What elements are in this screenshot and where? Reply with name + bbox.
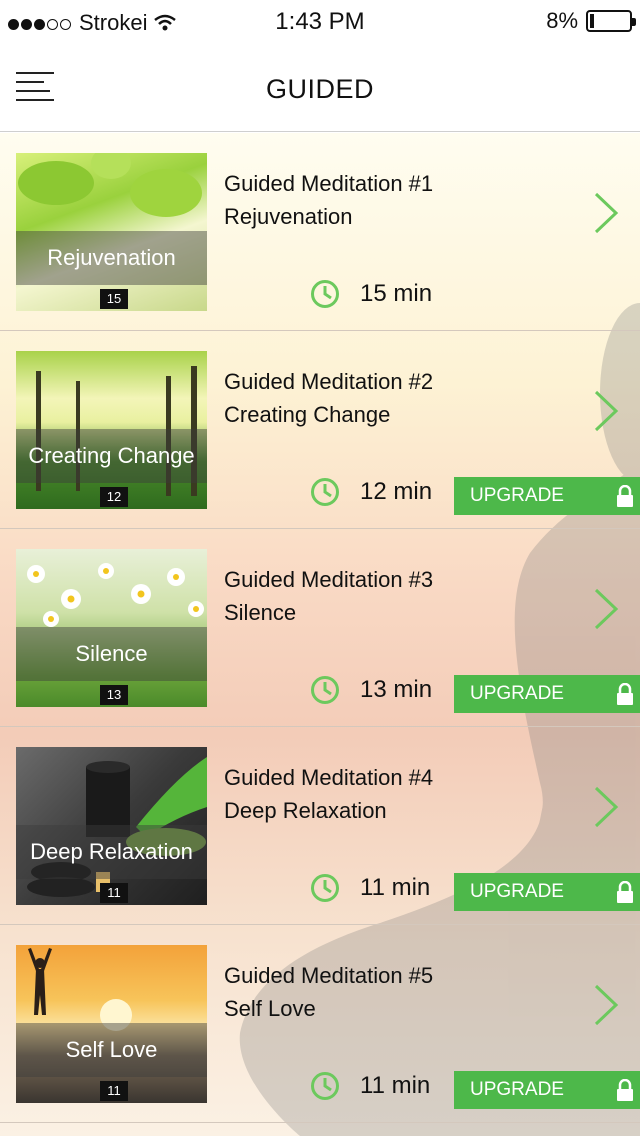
lock-icon xyxy=(617,881,633,903)
meditation-list: Rejuvenation 15 Guided Meditation #1 Rej… xyxy=(0,133,640,1136)
upgrade-button[interactable]: UPGRADE xyxy=(454,873,640,911)
meditation-title-block: Guided Meditation #4 Deep Relaxation xyxy=(224,761,433,827)
meditation-title: Guided Meditation #3 xyxy=(224,567,434,592)
duration-text: 11 min xyxy=(360,874,431,901)
lock-icon xyxy=(617,683,633,705)
thumbnail-label: Self Love xyxy=(65,1037,158,1062)
lock-icon xyxy=(617,1079,633,1101)
battery-info: 8% xyxy=(546,8,636,34)
meditation-title-block: Guided Meditation #1 Rejuvenation xyxy=(224,167,433,233)
lock-icon xyxy=(617,485,633,507)
chevron-right-icon[interactable] xyxy=(592,587,620,631)
meditation-thumbnail: Rejuvenation 15 xyxy=(16,153,207,311)
duration: 11 min xyxy=(310,1071,430,1101)
meditation-subtitle: Rejuvenation xyxy=(224,204,353,229)
list-item[interactable]: Deep Relaxation 11 Guided Meditation #4 … xyxy=(0,727,640,925)
meditation-title: Guided Meditation #1 xyxy=(224,171,434,196)
meditation-thumbnail: Creating Change 12 xyxy=(16,351,207,509)
meditation-subtitle: Creating Change xyxy=(224,402,391,427)
meditation-subtitle: Deep Relaxation xyxy=(224,798,387,823)
battery-icon xyxy=(586,10,636,32)
upgrade-button[interactable]: UPGRADE xyxy=(454,477,640,515)
thumbnail-label: Deep Relaxation xyxy=(30,839,193,864)
upgrade-label: UPGRADE xyxy=(470,683,564,704)
thumbnail-number: 15 xyxy=(100,289,128,309)
list-item[interactable]: Rejuvenation 15 Guided Meditation #1 Rej… xyxy=(0,133,640,331)
upgrade-label: UPGRADE xyxy=(470,881,564,902)
thumbnail-number: 11 xyxy=(100,883,128,903)
chevron-right-icon[interactable] xyxy=(592,389,620,433)
duration: 11 min xyxy=(310,873,430,903)
status-bar: Strokei 1:43 PM 8% xyxy=(0,0,640,44)
upgrade-button[interactable]: UPGRADE xyxy=(454,675,640,713)
duration-text: 11 min xyxy=(360,1072,431,1099)
meditation-subtitle: Self Love xyxy=(224,996,316,1021)
duration-text: 12 min xyxy=(360,478,433,505)
duration: 12 min xyxy=(310,477,432,507)
list-item[interactable]: Silence 13 Guided Meditation #3 Silence … xyxy=(0,529,640,727)
thumbnail-number: 13 xyxy=(100,685,128,705)
thumbnail-label: Rejuvenation xyxy=(47,245,176,270)
meditation-title: Guided Meditation #2 xyxy=(224,369,434,394)
meditation-subtitle: Silence xyxy=(224,600,297,625)
upgrade-button[interactable]: UPGRADE xyxy=(454,1071,640,1109)
thumbnail-label: Creating Change xyxy=(28,443,195,468)
battery-percent: 8% xyxy=(546,8,578,33)
duration: 15 min xyxy=(310,279,432,309)
upgrade-label: UPGRADE xyxy=(470,1079,564,1100)
page-title: GUIDED xyxy=(265,74,374,104)
meditation-thumbnail: Self Love 11 xyxy=(16,945,207,1103)
list-item[interactable]: Creating Change 12 Guided Meditation #2 … xyxy=(0,331,640,529)
meditation-title: Guided Meditation #4 xyxy=(224,765,434,790)
status-time: 1:43 PM xyxy=(275,8,365,35)
chevron-right-icon[interactable] xyxy=(592,785,620,829)
thumbnail-label: Silence xyxy=(75,641,148,666)
meditation-title-block: Guided Meditation #3 Silence xyxy=(224,563,433,629)
list-item[interactable]: Self Love 11 Guided Meditation #5 Self L… xyxy=(0,925,640,1123)
clock-icon xyxy=(311,1072,339,1100)
duration: 13 min xyxy=(310,675,432,705)
leaves-image xyxy=(18,153,202,217)
clock-icon xyxy=(311,874,339,902)
chevron-right-icon[interactable] xyxy=(592,983,620,1027)
meditation-title: Guided Meditation #5 xyxy=(224,963,434,988)
meditation-title-block: Guided Meditation #2 Creating Change xyxy=(224,365,433,431)
chevron-right-icon[interactable] xyxy=(592,191,620,235)
duration-text: 13 min xyxy=(360,676,433,703)
thumbnail-number: 12 xyxy=(100,487,128,507)
meditation-title-block: Guided Meditation #5 Self Love xyxy=(224,959,433,1025)
clock-icon xyxy=(311,676,339,704)
clock-icon xyxy=(311,478,339,506)
navigation-bar: GUIDED xyxy=(0,44,640,132)
meditation-thumbnail: Silence 13 xyxy=(16,549,207,707)
thumbnail-number: 11 xyxy=(100,1081,128,1101)
duration-text: 15 min xyxy=(360,280,433,307)
upgrade-label: UPGRADE xyxy=(470,485,564,506)
meditation-thumbnail: Deep Relaxation 11 xyxy=(16,747,207,905)
clock-icon xyxy=(311,280,339,308)
daisies-image xyxy=(27,563,204,627)
